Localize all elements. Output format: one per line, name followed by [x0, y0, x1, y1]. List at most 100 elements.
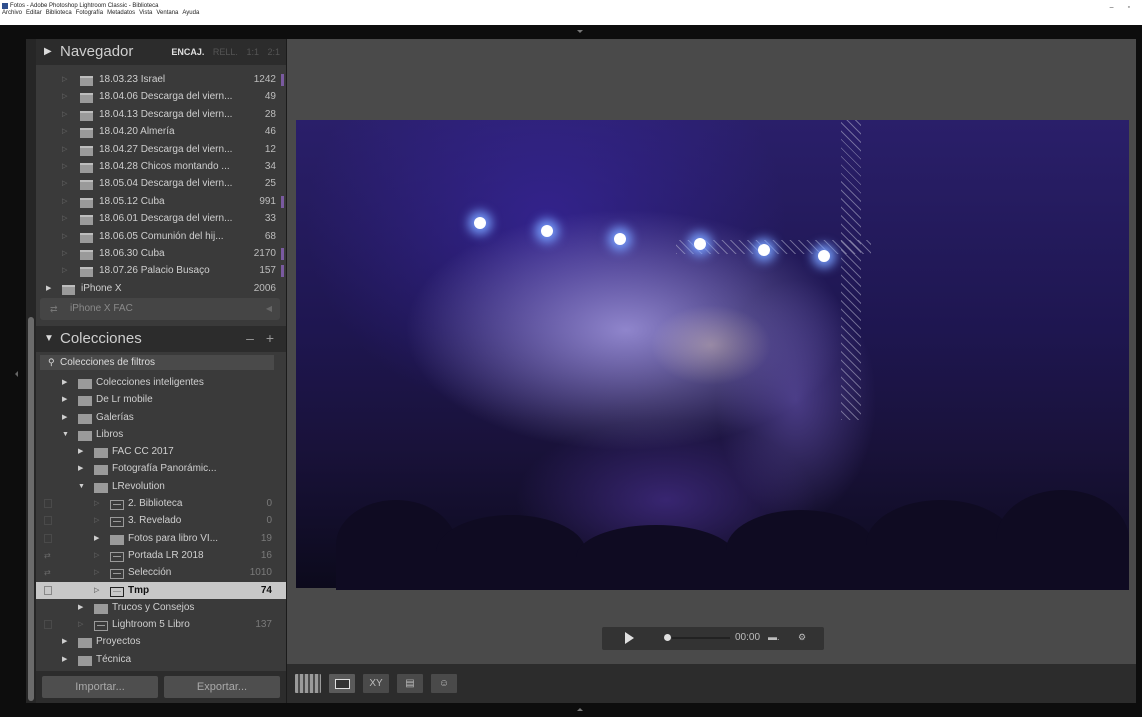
video-frame[interactable]	[296, 120, 1129, 590]
add-remove-collection-buttons[interactable]: – +	[246, 330, 278, 346]
collection-row[interactable]: ▷ Lightroom 5 Libro 137	[36, 616, 286, 633]
menu-item[interactable]: Editar	[26, 10, 42, 16]
zoom-fill[interactable]: RELL.	[213, 47, 238, 57]
disclosure-triangle-icon[interactable]: ▷	[62, 262, 67, 279]
expand-triangle-icon[interactable]: ▶	[46, 280, 51, 297]
collection-set-row[interactable]: ▶ Colecciones inteligentes	[36, 374, 286, 391]
left-panel-scrollbar[interactable]	[26, 39, 36, 703]
navigator-header[interactable]: ▶ Navegador ENCAJ. RELL. 1:1 2:1	[36, 39, 286, 65]
menu-item[interactable]: Ayuda	[182, 10, 199, 16]
menu-item[interactable]: Archivo	[2, 10, 22, 16]
disclosure-triangle-icon[interactable]: ▷	[62, 106, 67, 123]
collection-set-row[interactable]: ▼ LRevolution	[36, 478, 286, 495]
collection-row[interactable]: ⇄ ▷ Selección 1010	[36, 564, 286, 581]
left-panel-toggle[interactable]	[0, 39, 26, 703]
people-view-icon[interactable]: ☺	[431, 674, 457, 693]
collection-set-row[interactable]: ▶ Fotos para libro VI... 19	[36, 530, 286, 547]
folder-row[interactable]: ▷ 18.04.20 Almería 46	[36, 123, 286, 140]
disclosure-triangle-icon[interactable]: ▷	[62, 158, 67, 175]
disclosure-triangle-icon[interactable]: ▷	[62, 141, 67, 158]
folder-row[interactable]: ▷ 18.05.12 Cuba 991	[36, 193, 286, 210]
collection-set-row[interactable]: ▶ Proyectos	[36, 633, 286, 650]
expand-triangle-icon[interactable]: ▶	[78, 460, 83, 477]
export-button[interactable]: Exportar...	[164, 676, 280, 698]
collection-set-row[interactable]: ▶ Fotografía Panorámic...	[36, 460, 286, 477]
expand-triangle-icon[interactable]: ▷	[78, 616, 83, 633]
collection-row[interactable]: ⇄ ▷ Portada LR 2018 16	[36, 547, 286, 564]
frame-capture-icon[interactable]: ▬.	[768, 632, 780, 642]
collection-filter[interactable]: ⚲ Colecciones de filtros	[40, 355, 274, 370]
expand-triangle-icon[interactable]: ▷	[94, 547, 99, 564]
collection-set-row[interactable]: ▼ Libros	[36, 426, 286, 443]
folder-row[interactable]: ▷ 18.05.04 Descarga del viern... 25	[36, 175, 286, 192]
disclosure-triangle-icon[interactable]: ▷	[62, 228, 67, 245]
expand-triangle-icon[interactable]: ▶	[78, 599, 83, 616]
expand-triangle-icon[interactable]: ▷	[94, 512, 99, 529]
target-checkbox[interactable]	[44, 585, 52, 595]
window-controls[interactable]: – ▫	[1110, 4, 1136, 11]
expand-triangle-icon[interactable]: ▶	[78, 443, 83, 460]
grid-view-icon[interactable]	[295, 674, 321, 693]
folder-row[interactable]: ▷ 18.04.27 Descarga del viern... 12	[36, 141, 286, 158]
expand-triangle-icon[interactable]: ▷	[94, 564, 99, 581]
expand-triangle-icon[interactable]: ▷	[94, 495, 99, 512]
target-checkbox[interactable]	[44, 499, 52, 509]
expand-triangle-icon[interactable]: ▶	[62, 374, 67, 391]
loupe-view-icon[interactable]	[329, 674, 355, 693]
expand-triangle-icon[interactable]: ▶	[62, 409, 67, 426]
folder-row[interactable]: ▷ 18.04.28 Chicos montando ... 34	[36, 158, 286, 175]
play-icon[interactable]	[625, 632, 634, 644]
menu-item[interactable]: Fotografía	[76, 10, 103, 16]
disclosure-triangle-icon[interactable]: ▷	[62, 123, 67, 140]
collection-set-row[interactable]: ▶ FAC CC 2017	[36, 443, 286, 460]
expand-triangle-icon[interactable]: ▶	[94, 530, 99, 547]
survey-view-icon[interactable]: ▤	[397, 674, 423, 693]
disclosure-triangle-icon[interactable]: ▷	[62, 210, 67, 227]
scroll-thumb[interactable]	[28, 317, 34, 701]
zoom-1-1[interactable]: 1:1	[246, 47, 259, 57]
collection-set-row[interactable]: ▶ De Lr mobile	[36, 391, 286, 408]
collection-row[interactable]: ▷ 3. Revelado 0	[36, 512, 286, 529]
folder-row[interactable]: ▷ 18.07.26 Palacio Busaço 157	[36, 262, 286, 279]
menu-item[interactable]: Ventana	[156, 10, 178, 16]
zoom-2-1[interactable]: 2:1	[267, 47, 280, 57]
compare-view-icon[interactable]: XY	[363, 674, 389, 693]
expand-triangle-icon[interactable]: ▶	[62, 651, 67, 668]
folder-row[interactable]: ▷ 18.06.01 Descarga del viern... 33	[36, 210, 286, 227]
expand-triangle-icon[interactable]: ▷	[94, 582, 99, 599]
collapse-triangle-icon[interactable]: ▼	[78, 478, 85, 495]
expand-triangle-icon[interactable]: ▶	[62, 391, 67, 408]
menu-item[interactable]: Biblioteca	[46, 10, 72, 16]
folder-row[interactable]: ▷ 18.04.13 Descarga del viern... 28	[36, 106, 286, 123]
disclosure-triangle-icon[interactable]: ▷	[62, 245, 67, 262]
disclosure-triangle-icon[interactable]: ▷	[62, 88, 67, 105]
filmstrip-toggle[interactable]	[0, 703, 1142, 717]
folder-row[interactable]: ▷ 18.04.06 Descarga del viern... 49	[36, 88, 286, 105]
menu-item[interactable]: Metadatos	[107, 10, 135, 16]
collection-set-row[interactable]: ▶ Trucos y Consejos	[36, 599, 286, 616]
disclosure-triangle-icon[interactable]: ▷	[62, 193, 67, 210]
zoom-fit[interactable]: ENCAJ.	[171, 47, 204, 57]
right-panel-toggle[interactable]	[1136, 39, 1142, 703]
folder-row[interactable]: ▷ 18.03.23 Israel 1242	[36, 71, 286, 88]
menu-item[interactable]: Vista	[139, 10, 152, 16]
disclosure-triangle-icon[interactable]: ▷	[62, 71, 67, 88]
target-checkbox[interactable]	[44, 516, 52, 526]
folder-row[interactable]: ▷ 18.06.30 Cuba 2170	[36, 245, 286, 262]
folder-row[interactable]: ▷ 18.06.05 Comunión del hij... 68	[36, 228, 286, 245]
collection-row[interactable]: ▷ Tmp 74	[36, 581, 286, 599]
disclosure-triangle-icon[interactable]: ▷	[62, 175, 67, 192]
video-timeline[interactable]	[672, 637, 730, 639]
top-panel-toggle[interactable]	[0, 25, 1142, 39]
gear-icon[interactable]: ⚙	[798, 632, 806, 643]
collection-row[interactable]: ▷ 2. Biblioteca 0	[36, 495, 286, 512]
volume-row[interactable]: ⇄ iPhone X FAC ◀	[40, 298, 280, 320]
expand-triangle-icon[interactable]: ▶	[62, 633, 67, 650]
playhead-knob[interactable]	[664, 634, 671, 641]
collapse-triangle-icon[interactable]: ▼	[62, 426, 69, 443]
target-checkbox[interactable]	[44, 620, 52, 630]
collection-set-row[interactable]: ▶ Galerías	[36, 409, 286, 426]
device-row[interactable]: ▶ iPhone X 2006	[36, 280, 286, 297]
collection-set-row[interactable]: ▶ Técnica	[36, 651, 286, 668]
target-checkbox[interactable]	[44, 533, 52, 543]
